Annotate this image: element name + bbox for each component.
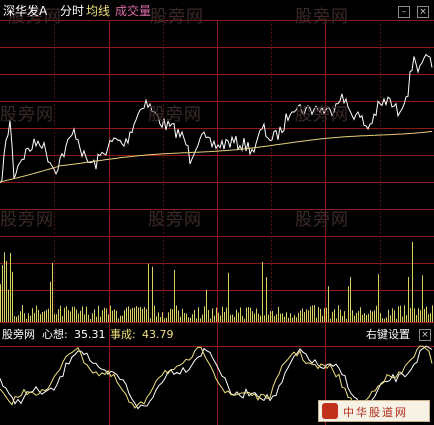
minimize-button[interactable]: –: [398, 6, 410, 18]
shi-cheng-value: 43.79: [142, 328, 174, 341]
minimize-icon: –: [401, 7, 407, 17]
watermark: 股旁网: [148, 210, 202, 230]
watermark: 股旁网: [150, 7, 204, 27]
watermark: 股旁网: [0, 210, 54, 230]
close-icon: ×: [421, 330, 429, 340]
xin-xiang-value: 35.31: [74, 328, 106, 341]
watermark: 股旁网: [0, 105, 54, 125]
mode-label: 分时: [60, 4, 85, 18]
price-line: [0, 53, 433, 184]
shi-cheng-label: 事成:: [110, 328, 136, 341]
watermark: 股旁网: [148, 105, 202, 125]
indicator-source: 股旁网: [2, 328, 35, 341]
intraday-chart[interactable]: [0, 0, 434, 425]
watermark: 股旁网: [295, 7, 349, 27]
watermark: 股旁网: [295, 105, 349, 125]
stamp-text: 中华股道网: [343, 406, 408, 419]
site-stamp: 中华股道网: [318, 400, 430, 422]
indicator-close-button[interactable]: ×: [419, 329, 431, 341]
seal-icon: [322, 403, 338, 419]
volume-label: 成交量: [115, 4, 152, 18]
close-button[interactable]: ×: [417, 6, 429, 18]
average-line: [0, 131, 433, 183]
settings-hint[interactable]: 右键设置: [366, 328, 410, 341]
close-icon: ×: [419, 7, 427, 17]
watermark: 股旁网: [295, 210, 349, 230]
stock-name: 深华发A: [3, 4, 48, 18]
intraday-chart-window: 股旁网 股旁网 股旁网 股旁网 股旁网 股旁网 股旁网 股旁网 股旁网 深华发A…: [0, 0, 434, 425]
xin-xiang-label: 心想:: [42, 328, 68, 341]
avg-line-label: 均线: [86, 4, 111, 18]
